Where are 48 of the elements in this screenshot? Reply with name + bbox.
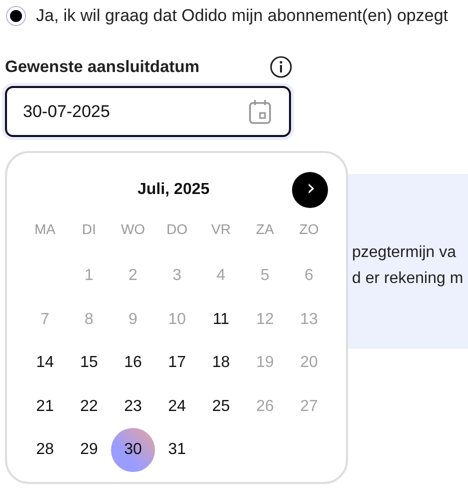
calendar-day[interactable]: 22: [67, 384, 111, 429]
calendar-day: 6: [287, 254, 331, 298]
info-icon[interactable]: [269, 55, 293, 79]
calendar-day[interactable]: 14: [23, 341, 67, 386]
weekday-label: ZA: [255, 220, 275, 239]
calendar-day[interactable]: 18: [199, 341, 243, 386]
radio-button[interactable]: [6, 6, 26, 26]
calendar-icon[interactable]: [248, 98, 272, 124]
calendar-day[interactable]: 29: [67, 428, 111, 472]
date-field[interactable]: 30-07-2025: [5, 86, 291, 137]
calendar-day: 26: [243, 384, 287, 429]
calendar-day: 7: [23, 298, 67, 342]
calendar-day[interactable]: 21: [23, 384, 67, 429]
calendar-day[interactable]: 23: [111, 384, 155, 429]
month-title: Juli, 2025: [137, 181, 210, 199]
calendar-day[interactable]: 31: [155, 428, 199, 472]
calendar-day: 2: [111, 254, 155, 298]
weekday-label: DO: [166, 220, 188, 239]
weekday-label: MA: [34, 220, 56, 239]
field-label: Gewenste aansluitdatum: [5, 58, 200, 76]
calendar-day[interactable]: 16: [111, 341, 155, 386]
weekday-label: DI: [81, 220, 97, 239]
calendar-day: 19: [243, 341, 287, 386]
calendar-day: 8: [67, 298, 111, 342]
calendar-day: 4: [199, 254, 243, 298]
calendar-day[interactable]: 25: [199, 384, 243, 429]
radio-label: Ja, ik wil graag dat Odido mijn abonnement(en) opzegt: [36, 6, 448, 26]
calendar-day[interactable]: 11: [199, 298, 243, 342]
calendar-day: 10: [155, 298, 199, 342]
calendar-day: 1: [67, 254, 111, 298]
next-month-button[interactable]: ›: [292, 172, 328, 208]
calendar-day[interactable]: 24: [155, 384, 199, 429]
info-text: d er rekening m: [352, 270, 464, 288]
calendar-day: 27: [287, 384, 331, 429]
weekday-label: VR: [210, 220, 232, 239]
calendar-day: 5: [243, 254, 287, 298]
calendar-day: 9: [111, 298, 155, 342]
calendar-day[interactable]: 30: [111, 428, 155, 472]
calendar-day: 20: [287, 341, 331, 386]
calendar-day[interactable]: 28: [23, 428, 67, 472]
weekday-label: ZO: [298, 220, 320, 239]
calendar-day: 12: [243, 298, 287, 342]
calendar-day: 3: [155, 254, 199, 298]
calendar-day[interactable]: 15: [67, 341, 111, 386]
calendar-day: 13: [287, 298, 331, 342]
calendar-day[interactable]: 17: [155, 341, 199, 386]
weekday-label: WO: [120, 220, 146, 239]
info-text: pzegtermijn va: [352, 244, 458, 262]
